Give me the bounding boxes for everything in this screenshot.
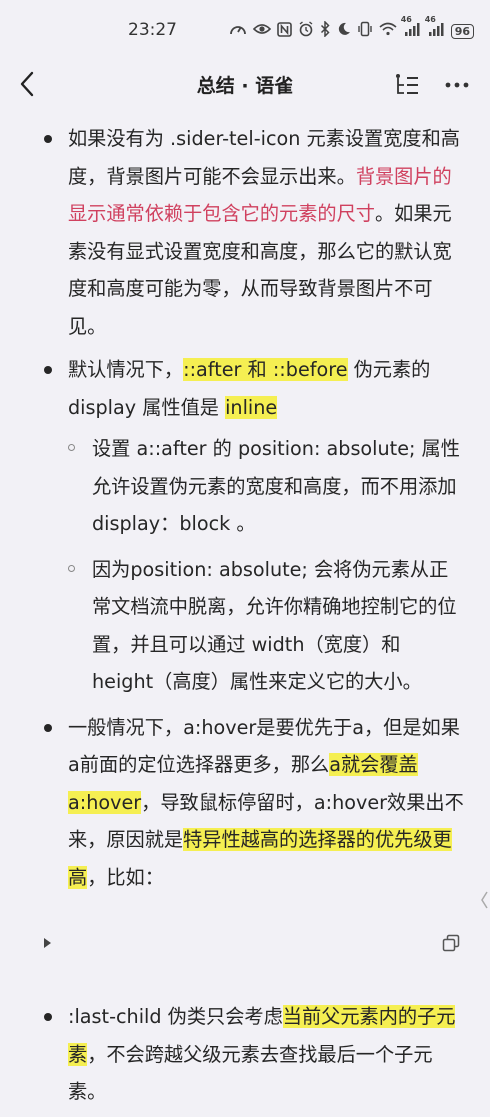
outline-button[interactable] (394, 72, 420, 98)
bullet-list: :last-child 伪类只会考虑当前父元素内的子元素，不会跨越父级元素去查找… (44, 998, 466, 1111)
status-bar: 23:27 46 46 96 (0, 0, 490, 62)
document-content: 如果没有为 .sider-tel-icon 元素设置宽度和高度，背景图片可能不会… (0, 120, 490, 1117)
outline-icon (396, 74, 418, 94)
highlight-text: ::after 和 ::before (183, 358, 348, 381)
text: ，比如： (87, 865, 164, 889)
nfc-icon (276, 21, 292, 41)
sub-list: 设置 a::after 的 position: absolute; 属性允许设置… (68, 430, 466, 701)
list-item: 默认情况下，::after 和 ::before 伪元素的 display 属性… (44, 351, 466, 701)
text: :last-child 伪类只会考虑 (68, 1005, 283, 1028)
text: 默认情况下， (68, 358, 184, 381)
expand-arrow-icon[interactable] (44, 938, 51, 948)
status-time: 23:27 (128, 20, 177, 40)
bluetooth-icon (320, 20, 331, 41)
list-item: 如果没有为 .sider-tel-icon 元素设置宽度和高度，背景图片可能不会… (44, 120, 466, 345)
more-button[interactable] (444, 72, 470, 98)
vibrate-icon (357, 21, 373, 41)
more-icon (445, 82, 469, 88)
collapsed-code-block[interactable] (36, 914, 466, 978)
bullet-list: 如果没有为 .sider-tel-icon 元素设置宽度和高度，背景图片可能不会… (44, 120, 466, 896)
highlight-text: inline (225, 395, 278, 419)
edge-handle-icon[interactable] (480, 890, 488, 910)
wifi-icon (379, 22, 397, 40)
signal-2-icon: 46 (425, 15, 445, 41)
text: ，不会跨越父级元素去查找最后一个子元素。 (68, 1042, 433, 1104)
sub-list-item: 因为position: absolute; 会将伪元素从正常文档流中脱离，允许你… (68, 551, 466, 701)
moon-icon (337, 22, 351, 40)
list-item: 一般情况下，a:hover是要优先于a，但是如果a前面的定位选择器更多，那么a就… (44, 709, 466, 897)
network-type-2: 46 (424, 14, 436, 24)
eye-icon (252, 22, 271, 40)
speed-icon (229, 21, 247, 41)
signal-1-icon: 46 (401, 15, 421, 41)
nav-bar: 总结 · 语雀 (0, 62, 490, 108)
alarm-icon (298, 21, 314, 41)
battery-icon: 96 (450, 23, 474, 39)
sub-list-item: 设置 a::after 的 position: absolute; 属性允许设置… (68, 430, 466, 543)
copy-icon[interactable] (442, 934, 460, 952)
list-item: :last-child 伪类只会考虑当前父元素内的子元素，不会跨越父级元素去查找… (44, 998, 466, 1111)
network-type-1: 46 (400, 14, 412, 24)
status-icons: 46 46 96 (229, 15, 474, 41)
